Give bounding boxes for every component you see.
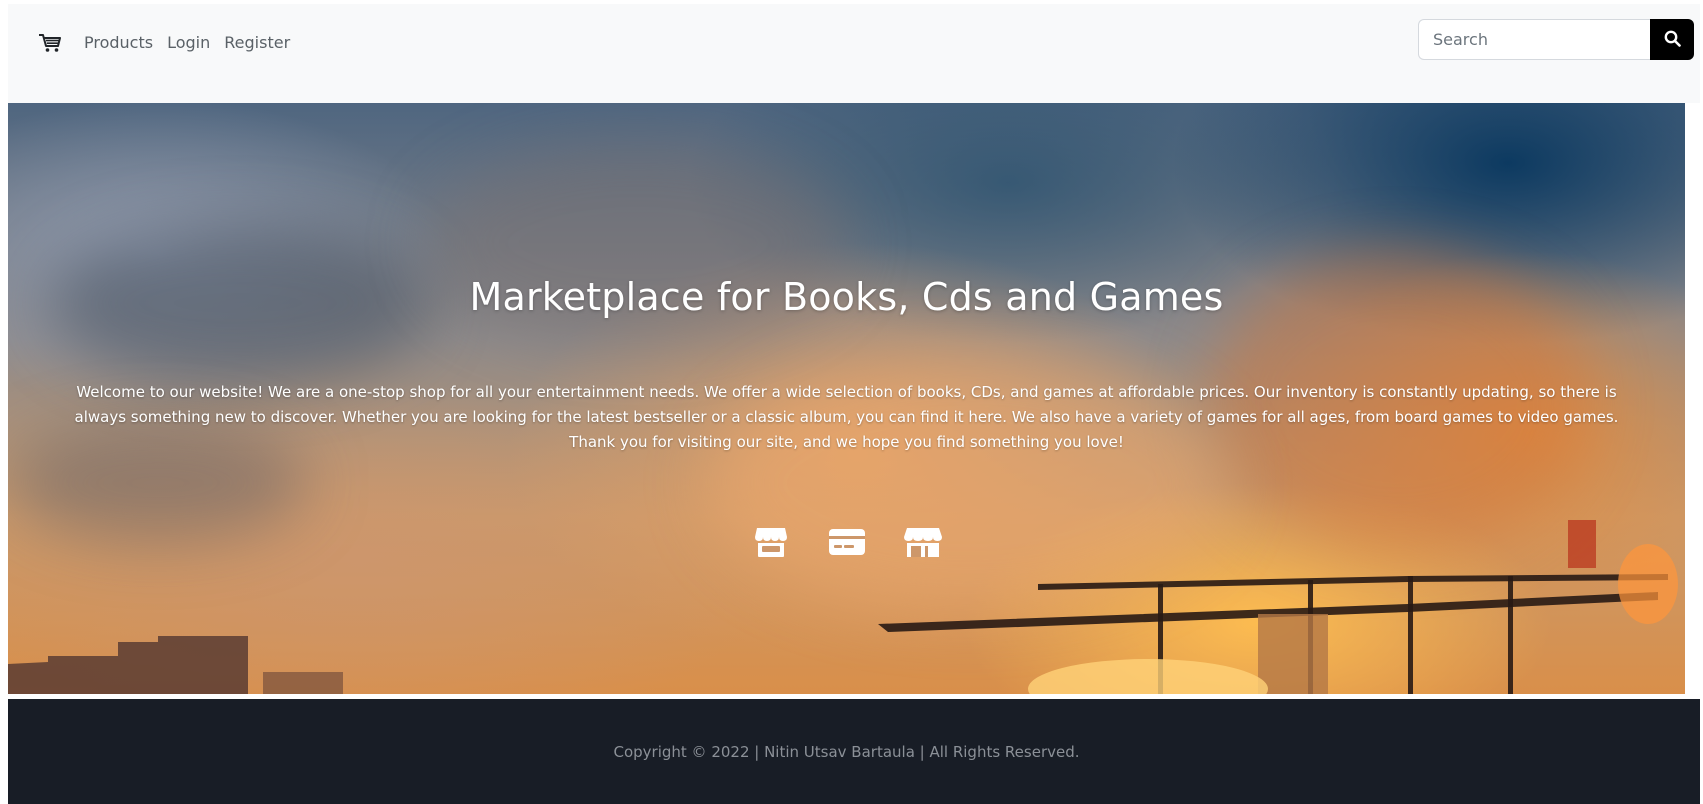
cart-icon[interactable] xyxy=(37,30,63,56)
footer-copyright: Copyright © 2022 | Nitin Utsav Bartaula … xyxy=(613,743,1080,761)
store-icon xyxy=(751,524,791,560)
navbar: Products Login Register xyxy=(8,4,1700,103)
footer: Copyright © 2022 | Nitin Utsav Bartaula … xyxy=(8,699,1700,804)
nav-links: Products Login Register xyxy=(84,31,304,55)
hero-banner: Marketplace for Books, Cds and Games Wel… xyxy=(8,103,1685,694)
shop-icon xyxy=(903,524,943,560)
nav-link-login[interactable]: Login xyxy=(167,31,210,55)
nav-link-register[interactable]: Register xyxy=(224,31,290,55)
hero-description: Welcome to our website! We are a one-sto… xyxy=(74,383,1619,451)
hero-title: Marketplace for Books, Cds and Games xyxy=(469,275,1224,319)
search-button[interactable] xyxy=(1650,19,1694,60)
hero-icon-row xyxy=(8,524,1685,560)
search-icon xyxy=(1664,30,1681,50)
search-input[interactable] xyxy=(1418,19,1650,60)
search-form xyxy=(1418,19,1694,60)
page: Products Login Register Search Marketpla… xyxy=(0,0,1703,804)
credit-card-icon xyxy=(827,524,867,560)
nav-link-products[interactable]: Products xyxy=(84,31,153,55)
